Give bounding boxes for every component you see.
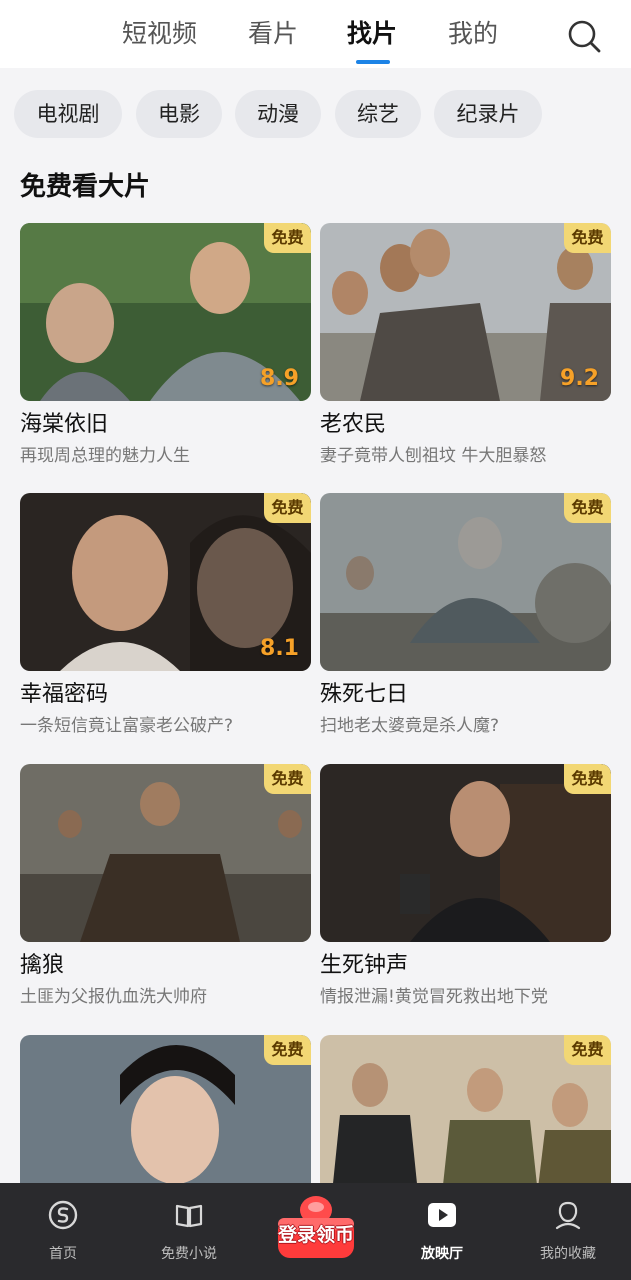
movie-card[interactable]: 免费 9.2 老农民 妻子竟带人刨祖坟 牛大胆暴怒 [320, 223, 611, 469]
chip-documentary[interactable]: 纪录片 [434, 90, 542, 138]
movie-thumbnail[interactable]: 免费 8.9 [20, 223, 311, 401]
movie-description: 扫地老太婆竟是杀人魔? [320, 716, 500, 736]
movie-card[interactable]: 免费 8.9 海棠依旧 再现周总理的魅力人生 [20, 223, 311, 469]
login-claim-coins-button[interactable]: 登录领币 [264, 1192, 368, 1274]
home-icon [48, 1200, 78, 1230]
free-badge: 免费 [564, 764, 611, 794]
movie-thumbnail[interactable]: 免费 [320, 764, 611, 942]
movie-thumbnail[interactable]: 免费 [20, 764, 311, 942]
rating-score: 8.9 [260, 366, 299, 391]
section-title: 免费看大片 [20, 172, 151, 202]
nav-free-novel[interactable]: 免费小说 [126, 1183, 252, 1280]
movie-title[interactable]: 生死钟声 [320, 950, 611, 982]
movie-description: 情报泄漏!黄觉冒死救出地下党 [320, 987, 548, 1007]
free-badge: 免费 [564, 1035, 611, 1065]
movie-title[interactable]: 幸福密码 [20, 679, 311, 711]
movie-title[interactable]: 擒狼 [20, 950, 311, 982]
free-badge: 免费 [264, 1035, 311, 1065]
movie-card[interactable]: 免费 8.1 幸福密码 一条短信竟让富豪老公破产? [20, 493, 311, 739]
movie-thumbnail[interactable]: 免费 8.1 [20, 493, 311, 671]
nav-theater[interactable]: 放映厅 [379, 1183, 505, 1280]
movie-card[interactable]: 免费 生死钟声 情报泄漏!黄觉冒死救出地下党 [320, 764, 611, 1010]
nav-favorites[interactable]: 我的收藏 [505, 1183, 631, 1280]
free-badge: 免费 [564, 493, 611, 523]
movie-description: 一条短信竟让富豪老公破产? [20, 716, 234, 736]
profile-icon [555, 1201, 581, 1230]
chip-anime[interactable]: 动漫 [235, 90, 321, 138]
free-badge: 免费 [564, 223, 611, 253]
nav-label: 免费小说 [161, 1246, 217, 1262]
nav-label: 放映厅 [421, 1246, 463, 1262]
tab-mine[interactable]: 我的 [448, 14, 498, 54]
tab-short-video[interactable]: 短视频 [122, 14, 197, 54]
category-chips: 电视剧 电影 动漫 综艺 纪录片 [0, 90, 631, 140]
movie-title[interactable]: 老农民 [320, 409, 611, 441]
nav-home[interactable]: 首页 [0, 1183, 126, 1280]
login-button-label: 登录领币 [277, 1224, 354, 1246]
movie-title[interactable]: 海棠依旧 [20, 409, 311, 441]
free-badge: 免费 [264, 223, 311, 253]
chip-tv-series[interactable]: 电视剧 [14, 90, 122, 138]
movie-thumbnail[interactable]: 免费 [320, 493, 611, 671]
nav-label: 我的收藏 [540, 1246, 596, 1262]
free-badge: 免费 [264, 493, 311, 523]
free-badge: 免费 [264, 764, 311, 794]
book-icon [175, 1204, 203, 1228]
movie-card[interactable]: 免费 殊死七日 扫地老太婆竟是杀人魔? [320, 493, 611, 739]
search-icon[interactable] [566, 18, 602, 54]
top-tab-bar: 短视频 看片 找片 我的 [0, 0, 631, 68]
movie-thumbnail[interactable]: 免费 9.2 [320, 223, 611, 401]
movie-description: 妻子竟带人刨祖坟 牛大胆暴怒 [320, 446, 547, 466]
tab-watch[interactable]: 看片 [248, 14, 298, 54]
tab-find[interactable]: 找片 [347, 14, 397, 54]
active-tab-indicator [356, 60, 390, 64]
rating-score: 9.2 [560, 366, 599, 391]
movie-description: 土匪为父报仇血洗大帅府 [20, 987, 207, 1007]
chip-variety[interactable]: 综艺 [335, 90, 421, 138]
rating-score: 8.1 [260, 636, 299, 661]
chip-movie[interactable]: 电影 [136, 90, 222, 138]
nav-label: 首页 [49, 1246, 77, 1262]
movie-title[interactable]: 殊死七日 [320, 679, 611, 711]
movie-description: 再现周总理的魅力人生 [20, 446, 190, 466]
play-icon [428, 1203, 456, 1227]
movie-card[interactable]: 免费 擒狼 土匪为父报仇血洗大帅府 [20, 764, 311, 1010]
